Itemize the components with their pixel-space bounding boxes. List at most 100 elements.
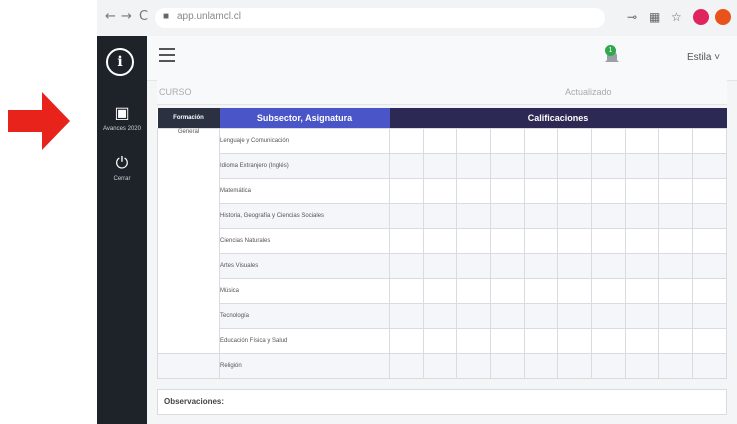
grade-cell[interactable] — [389, 203, 424, 229]
grade-cell[interactable] — [624, 278, 660, 304]
grade-cell[interactable] — [557, 278, 592, 304]
grade-cell[interactable] — [456, 178, 491, 204]
grade-cell[interactable] — [456, 228, 491, 254]
grade-cell[interactable] — [590, 328, 626, 354]
menu-icon[interactable] — [159, 48, 175, 62]
grade-cell[interactable] — [523, 328, 559, 354]
grade-cell[interactable] — [489, 303, 525, 329]
grade-cell[interactable] — [658, 278, 693, 304]
grade-cell[interactable] — [523, 153, 559, 179]
grade-cell[interactable] — [422, 128, 458, 154]
grade-cell[interactable] — [557, 178, 592, 204]
back-icon[interactable]: ← — [105, 9, 116, 25]
grade-cell[interactable] — [691, 278, 728, 304]
grade-cell[interactable] — [624, 353, 660, 379]
grade-cell[interactable] — [456, 153, 491, 179]
grade-cell[interactable] — [389, 278, 424, 304]
grade-cell[interactable] — [389, 128, 424, 154]
grade-cell[interactable] — [489, 353, 525, 379]
grade-cell[interactable] — [557, 228, 592, 254]
grade-cell[interactable] — [389, 153, 424, 179]
grade-cell[interactable] — [557, 328, 592, 354]
grade-cell[interactable] — [624, 253, 660, 279]
key-icon[interactable]: ⊸ — [627, 10, 637, 24]
grade-cell[interactable] — [557, 153, 592, 179]
grade-cell[interactable] — [489, 153, 525, 179]
grade-cell[interactable] — [523, 353, 559, 379]
grade-cell[interactable] — [389, 178, 424, 204]
grade-cell[interactable] — [523, 178, 559, 204]
grade-cell[interactable] — [624, 303, 660, 329]
grade-cell[interactable] — [658, 353, 693, 379]
grade-cell[interactable] — [658, 153, 693, 179]
grade-cell[interactable] — [557, 303, 592, 329]
grade-cell[interactable] — [489, 278, 525, 304]
grade-cell[interactable] — [422, 178, 458, 204]
grade-cell[interactable] — [658, 203, 693, 229]
grade-cell[interactable] — [489, 328, 525, 354]
grade-cell[interactable] — [456, 278, 491, 304]
grade-cell[interactable] — [590, 228, 626, 254]
grade-cell[interactable] — [691, 153, 728, 179]
grade-cell[interactable] — [658, 128, 693, 154]
grade-cell[interactable] — [523, 303, 559, 329]
notification-bell-icon[interactable]: 1 — [603, 45, 621, 66]
grade-cell[interactable] — [624, 328, 660, 354]
grade-cell[interactable] — [422, 353, 458, 379]
grade-cell[interactable] — [456, 128, 491, 154]
grade-cell[interactable] — [691, 203, 728, 229]
grade-cell[interactable] — [456, 203, 491, 229]
grade-cell[interactable] — [658, 253, 693, 279]
grade-cell[interactable] — [523, 203, 559, 229]
grade-cell[interactable] — [422, 253, 458, 279]
grade-cell[interactable] — [590, 278, 626, 304]
extension-circle-icon[interactable] — [715, 9, 731, 25]
observaciones-box[interactable]: Observaciones: — [157, 389, 727, 415]
grade-cell[interactable] — [389, 353, 424, 379]
profile-icon[interactable] — [693, 9, 709, 25]
grade-cell[interactable] — [590, 178, 626, 204]
grade-cell[interactable] — [456, 303, 491, 329]
grade-cell[interactable] — [658, 228, 693, 254]
grade-cell[interactable] — [523, 128, 559, 154]
grade-cell[interactable] — [658, 303, 693, 329]
star-icon[interactable]: ☆ — [671, 10, 682, 24]
user-menu[interactable]: Estila ˅ — [687, 52, 720, 63]
grade-cell[interactable] — [557, 353, 592, 379]
grade-cell[interactable] — [422, 153, 458, 179]
grade-cell[interactable] — [658, 328, 693, 354]
grade-cell[interactable] — [691, 128, 728, 154]
grade-cell[interactable] — [422, 328, 458, 354]
grade-cell[interactable] — [489, 228, 525, 254]
info-logo-icon[interactable]: i — [106, 48, 134, 76]
forward-icon[interactable]: → — [121, 9, 132, 25]
reload-icon[interactable]: C — [139, 9, 148, 25]
grade-cell[interactable] — [389, 303, 424, 329]
grade-cell[interactable] — [590, 128, 626, 154]
grade-cell[interactable] — [523, 278, 559, 304]
address-bar[interactable]: ■ app.unlamcl.cl — [155, 8, 605, 28]
grade-cell[interactable] — [590, 353, 626, 379]
sidebar-item-cerrar[interactable]: ⏻ Cerrar — [97, 154, 147, 182]
grade-cell[interactable] — [489, 203, 525, 229]
grade-cell[interactable] — [691, 303, 728, 329]
grade-cell[interactable] — [389, 253, 424, 279]
grade-cell[interactable] — [691, 353, 728, 379]
grade-cell[interactable] — [691, 228, 728, 254]
grade-cell[interactable] — [691, 328, 728, 354]
grade-cell[interactable] — [523, 253, 559, 279]
grade-cell[interactable] — [590, 153, 626, 179]
grade-cell[interactable] — [658, 178, 693, 204]
grade-cell[interactable] — [422, 303, 458, 329]
grade-cell[interactable] — [624, 203, 660, 229]
grade-cell[interactable] — [557, 203, 592, 229]
sidebar-item-avances[interactable]: ▣ Avances 2020 — [97, 104, 147, 132]
grade-cell[interactable] — [389, 228, 424, 254]
grade-cell[interactable] — [557, 253, 592, 279]
grade-cell[interactable] — [590, 303, 626, 329]
grade-cell[interactable] — [624, 153, 660, 179]
grade-cell[interactable] — [456, 353, 491, 379]
grade-cell[interactable] — [624, 128, 660, 154]
grade-cell[interactable] — [389, 328, 424, 354]
grade-cell[interactable] — [624, 228, 660, 254]
